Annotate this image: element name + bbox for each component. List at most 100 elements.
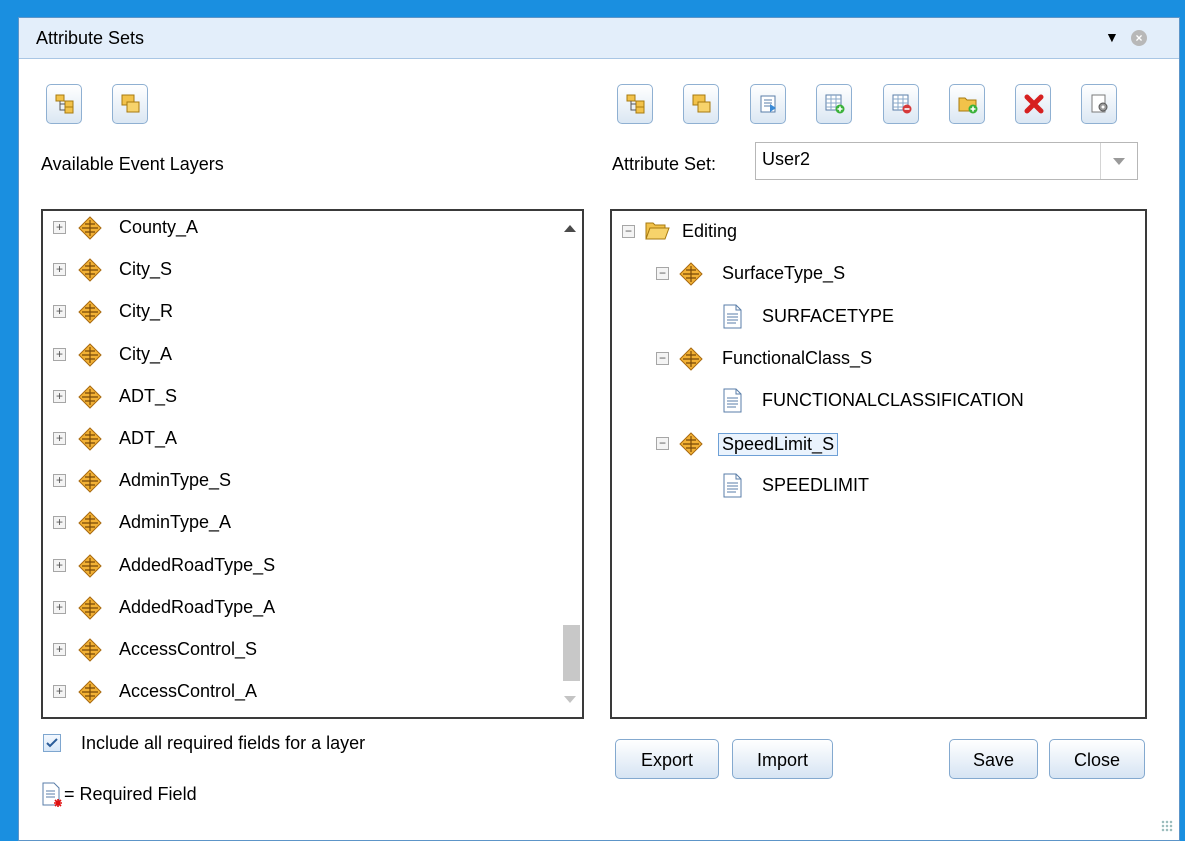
event-layer-row[interactable]: + ADT_A — [43, 422, 558, 458]
event-layer-label: AddedRoadType_S — [119, 554, 276, 575]
event-layer-row[interactable]: + City_A — [43, 338, 558, 374]
event-layers-list[interactable]: + County_A + City_S + City_R + City_A + ADT_S + ADT… — [41, 209, 584, 719]
tree-node-folder[interactable]: − Editing — [612, 215, 1142, 251]
tree-node-layer[interactable]: − SpeedLimit_S — [612, 427, 1142, 463]
include-required-checkbox[interactable] — [43, 734, 61, 752]
required-field-legend: = Required Field — [64, 784, 197, 804]
scroll-down-icon[interactable] — [564, 696, 576, 703]
event-layer-row[interactable]: + AdminType_A — [43, 506, 558, 542]
event-layer-icon — [78, 680, 102, 704]
add-table-button[interactable] — [816, 84, 852, 124]
expand-all-button[interactable] — [46, 84, 82, 124]
expand-all-icon — [626, 94, 645, 114]
event-layer-label: ADT_S — [119, 385, 178, 406]
event-layer-icon — [78, 258, 102, 282]
tree-node-label: SurfaceType_S — [722, 263, 846, 284]
expand-toggle-icon[interactable]: + — [53, 558, 66, 572]
rename-button[interactable] — [750, 84, 786, 124]
tree-node-label: SPEEDLIMIT — [762, 474, 870, 495]
expand-toggle-icon[interactable]: + — [53, 432, 66, 445]
attribute-sets-panel: Attribute Sets ▼ × Available Event Layer… — [18, 17, 1180, 841]
event-layer-row[interactable]: + AccessControl_S — [43, 633, 558, 669]
event-layer-icon — [78, 427, 102, 451]
expand-toggle-icon[interactable]: + — [53, 643, 66, 656]
panel-title-bar: Attribute Sets ▼ × — [19, 18, 1179, 59]
event-layer-row[interactable]: + AdminType_S — [43, 464, 558, 500]
expand-toggle-icon[interactable]: + — [53, 600, 66, 614]
event-layer-label: City_R — [119, 301, 174, 322]
expand-toggle-icon[interactable]: + — [53, 347, 66, 361]
right-collapse-all-button[interactable] — [683, 84, 719, 124]
right-expand-all-button[interactable] — [617, 84, 653, 124]
tree-node-field[interactable]: SPEEDLIMIT — [612, 469, 1142, 505]
field-document-icon — [723, 304, 742, 329]
event-layer-icon — [679, 431, 703, 456]
tree-node-field[interactable]: FUNCTIONALCLASSIFICATION — [612, 384, 1142, 420]
event-layer-row[interactable]: + City_S — [43, 253, 558, 289]
collapse-all-button[interactable] — [112, 84, 148, 124]
tree-node-layer[interactable]: − SurfaceType_S — [612, 257, 1142, 293]
export-button[interactable]: Export — [615, 739, 719, 779]
vertical-scrollbar[interactable] — [558, 211, 582, 717]
collapse-toggle-icon[interactable]: − — [656, 267, 669, 281]
tree-node-label: Editing — [682, 221, 738, 241]
settings-button[interactable] — [1081, 84, 1117, 124]
delete-button[interactable] — [1015, 84, 1051, 124]
tree-node-label: SpeedLimit_S — [718, 432, 839, 456]
tree-node-field[interactable]: SURFACETYPE — [612, 300, 1142, 336]
available-event-layers-label: Available Event Layers — [41, 154, 224, 174]
expand-toggle-icon[interactable]: + — [53, 516, 66, 530]
event-layer-label: City_S — [119, 259, 173, 280]
event-layer-row[interactable]: + County_A — [43, 211, 558, 247]
expand-toggle-icon[interactable]: + — [53, 305, 66, 319]
import-button[interactable]: Import — [732, 739, 833, 779]
event-layer-row[interactable]: + AccessControl_A — [43, 675, 558, 711]
close-button[interactable]: Close — [1049, 739, 1145, 779]
delete-icon — [1024, 94, 1044, 114]
expand-toggle-icon[interactable]: + — [53, 474, 66, 488]
field-document-icon — [723, 388, 742, 413]
scroll-thumb[interactable] — [563, 625, 580, 681]
event-layer-icon — [679, 262, 703, 287]
event-layer-icon — [78, 638, 102, 662]
event-layer-icon — [78, 216, 102, 240]
checkmark-icon — [46, 738, 58, 748]
event-layer-icon — [78, 553, 102, 578]
dropdown-caret-icon[interactable]: ▼ — [1105, 29, 1119, 45]
select-arrow-button[interactable] — [1100, 143, 1137, 179]
chevron-down-icon — [1113, 158, 1125, 165]
event-layer-row[interactable]: + ADT_S — [43, 380, 558, 416]
event-layer-label: AdminType_S — [119, 470, 232, 491]
tree-node-label: FUNCTIONALCLASSIFICATION — [762, 390, 1024, 411]
attribute-set-value: User2 — [762, 149, 811, 169]
collapse-toggle-icon[interactable]: − — [622, 225, 635, 238]
event-layer-label: AccessControl_S — [119, 639, 258, 659]
tree-node-label: FunctionalClass_S — [722, 347, 873, 368]
attribute-set-select[interactable]: User2 — [755, 142, 1138, 180]
event-layer-icon — [78, 300, 102, 325]
expand-toggle-icon[interactable]: + — [53, 221, 66, 234]
event-layer-row[interactable]: + AddedRoadType_S — [43, 549, 558, 585]
expand-toggle-icon[interactable]: + — [53, 389, 66, 403]
expand-toggle-icon[interactable]: + — [53, 263, 66, 277]
save-button[interactable]: Save — [949, 739, 1038, 779]
add-folder-button[interactable] — [949, 84, 985, 124]
collapse-all-icon — [692, 94, 711, 113]
event-layer-row[interactable]: + City_R — [43, 295, 558, 331]
close-icon[interactable]: × — [1131, 30, 1147, 46]
collapse-toggle-icon[interactable]: − — [656, 436, 669, 450]
panel-title: Attribute Sets — [36, 28, 145, 48]
remove-table-icon — [892, 94, 912, 114]
attribute-set-tree[interactable]: − Editing − SurfaceType_S SURFACETYPE − Functi… — [610, 209, 1147, 719]
event-layer-icon — [78, 385, 102, 409]
event-layer-row[interactable]: + AddedRoadType_A — [43, 591, 558, 627]
collapse-toggle-icon[interactable]: − — [656, 351, 669, 365]
tree-node-layer[interactable]: − FunctionalClass_S — [612, 342, 1142, 378]
expand-toggle-icon[interactable]: + — [53, 685, 66, 699]
scroll-up-icon[interactable] — [564, 225, 576, 232]
remove-table-button[interactable] — [883, 84, 919, 124]
collapse-all-icon — [121, 94, 140, 113]
resize-grip[interactable] — [1161, 820, 1173, 832]
event-layer-label: AddedRoadType_A — [119, 596, 276, 617]
event-layer-icon — [78, 342, 102, 367]
